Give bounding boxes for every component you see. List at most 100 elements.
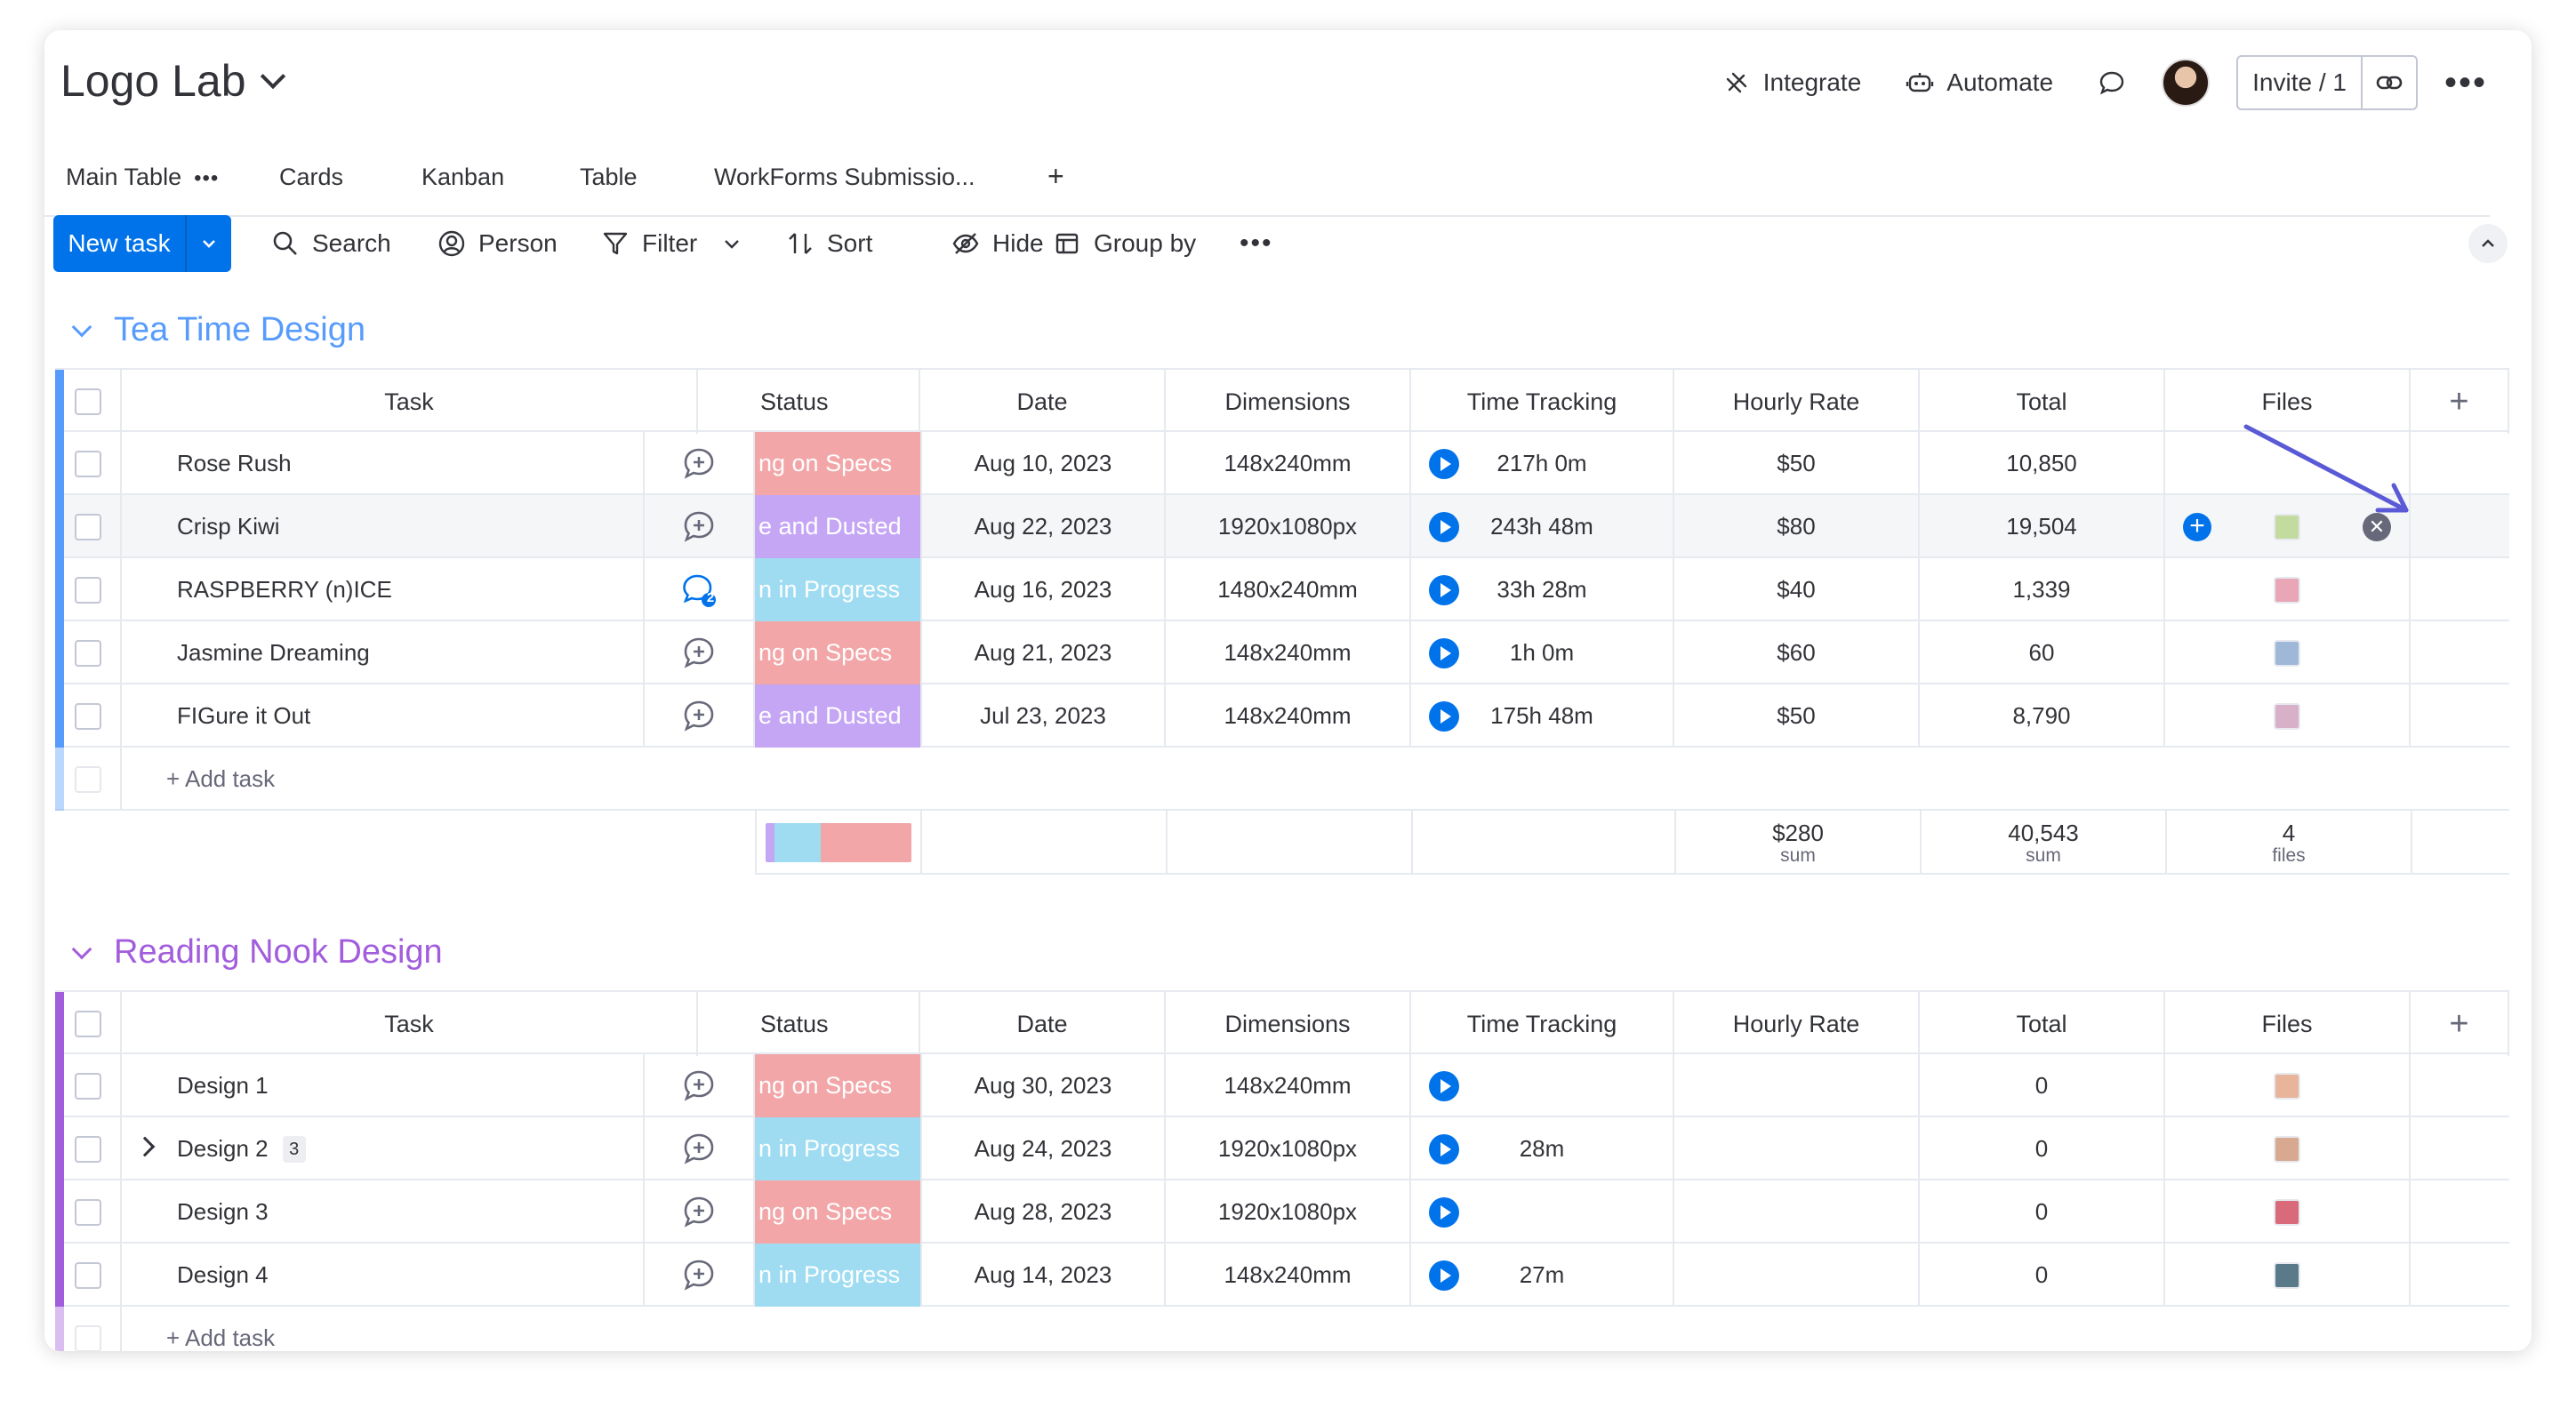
- task-name[interactable]: Crisp Kiwi: [177, 513, 280, 540]
- play-timer-icon[interactable]: [1429, 574, 1459, 605]
- copy-link-button[interactable]: [2363, 57, 2416, 108]
- row-checkbox[interactable]: [74, 576, 101, 604]
- hourly-rate-value[interactable]: $40: [1777, 576, 1815, 604]
- row-checkbox[interactable]: [74, 450, 101, 477]
- task-name[interactable]: RASPBERRY (n)ICE: [177, 576, 392, 604]
- task-name-cell[interactable]: Design 1: [122, 1054, 698, 1117]
- play-timer-icon[interactable]: [1429, 511, 1459, 542]
- file-thumbnail[interactable]: [2274, 1261, 2300, 1289]
- task-name[interactable]: Rose Rush: [177, 450, 292, 477]
- table-row[interactable]: Rose Rush ng on Specs Aug 10, 2023 148x240m…: [55, 432, 2509, 495]
- header-time[interactable]: Time Tracking: [1411, 370, 1674, 434]
- row-checkbox-cell[interactable]: [55, 558, 122, 621]
- tab-kanban[interactable]: Kanban: [421, 164, 504, 191]
- board-title[interactable]: Logo Lab: [60, 55, 285, 107]
- dimensions-cell[interactable]: 148x240mm: [1166, 1054, 1411, 1117]
- subitems-count-badge[interactable]: 3: [282, 1135, 306, 1163]
- row-checkbox-cell[interactable]: [55, 1244, 122, 1307]
- files-cell[interactable]: [2165, 1054, 2411, 1117]
- header-add[interactable]: +: [2411, 370, 2509, 434]
- header-status[interactable]: Status: [755, 992, 920, 1056]
- date-cell[interactable]: Aug 10, 2023: [920, 432, 1166, 495]
- add-update-icon[interactable]: [681, 1068, 717, 1104]
- header-add[interactable]: +: [2411, 992, 2509, 1056]
- hourly-rate-cell[interactable]: [1674, 1117, 1920, 1180]
- dimensions-value[interactable]: 148x240mm: [1224, 702, 1351, 730]
- tab-cards[interactable]: Cards: [279, 164, 343, 191]
- dimensions-value[interactable]: 148x240mm: [1224, 1261, 1351, 1289]
- task-name-cell[interactable]: FIGure it Out: [122, 684, 698, 748]
- updates-cell[interactable]: [643, 432, 755, 495]
- time-tracking-cell[interactable]: 28m: [1411, 1117, 1674, 1180]
- header-date[interactable]: Date: [920, 370, 1166, 434]
- table-row[interactable]: RASPBERRY (n)ICE 2 n in Progress Aug 16, 20…: [55, 558, 2509, 621]
- status-label[interactable]: ng on Specs: [758, 450, 892, 477]
- header-task[interactable]: Task: [122, 370, 698, 434]
- tab-main-table[interactable]: Main Table •••: [56, 164, 229, 221]
- file-thumbnail[interactable]: [2274, 1198, 2300, 1226]
- row-checkbox[interactable]: [74, 1261, 101, 1289]
- time-tracking-cell[interactable]: 175h 48m: [1411, 684, 1674, 748]
- sort-button[interactable]: Sort: [786, 215, 872, 272]
- select-all-checkbox[interactable]: [74, 388, 101, 415]
- files-cell[interactable]: [2165, 558, 2411, 621]
- add-update-icon[interactable]: [681, 1258, 717, 1293]
- dimensions-cell[interactable]: 1920x1080px: [1166, 1117, 1411, 1180]
- add-update-icon[interactable]: [681, 1132, 717, 1167]
- rate-summary-cell[interactable]: $280 sum: [1676, 811, 1922, 875]
- header-rate[interactable]: Hourly Rate: [1674, 370, 1920, 434]
- time-tracking-cell[interactable]: 33h 28m: [1411, 558, 1674, 621]
- header-dimensions[interactable]: Dimensions: [1166, 992, 1411, 1056]
- hourly-rate-value[interactable]: $50: [1777, 702, 1815, 730]
- hourly-rate-value[interactable]: $50: [1777, 450, 1815, 477]
- row-checkbox[interactable]: [74, 1198, 101, 1226]
- file-thumbnail[interactable]: [2274, 639, 2300, 667]
- updates-cell[interactable]: [643, 1180, 755, 1244]
- files-cell[interactable]: [2165, 1117, 2411, 1180]
- files-cell[interactable]: [2165, 621, 2411, 684]
- hourly-rate-cell[interactable]: $50: [1674, 684, 1920, 748]
- row-checkbox-cell[interactable]: [55, 1180, 122, 1244]
- person-filter-button[interactable]: Person: [437, 215, 558, 272]
- add-update-icon[interactable]: [681, 636, 717, 671]
- task-name-cell[interactable]: Design 3: [122, 1180, 698, 1244]
- file-thumbnail[interactable]: [2274, 1072, 2300, 1100]
- date-cell[interactable]: Aug 24, 2023: [920, 1117, 1166, 1180]
- date-value[interactable]: Aug 10, 2023: [975, 450, 1112, 477]
- play-timer-icon[interactable]: [1429, 1133, 1459, 1164]
- row-checkbox[interactable]: [74, 513, 101, 540]
- collapse-group-icon[interactable]: [71, 939, 92, 959]
- add-update-icon[interactable]: [681, 1195, 717, 1230]
- expand-subitems-icon[interactable]: [134, 1136, 156, 1157]
- date-cell[interactable]: Aug 28, 2023: [920, 1180, 1166, 1244]
- row-checkbox-cell[interactable]: [55, 432, 122, 495]
- status-label[interactable]: ng on Specs: [758, 1198, 892, 1226]
- dimensions-value[interactable]: 148x240mm: [1224, 450, 1351, 477]
- status-label[interactable]: e and Dusted: [758, 702, 902, 730]
- status-cell[interactable]: e and Dusted: [755, 495, 920, 558]
- row-checkbox-cell[interactable]: [55, 495, 122, 558]
- row-checkbox[interactable]: [74, 702, 101, 730]
- collapse-group-icon[interactable]: [71, 316, 92, 337]
- more-options-icon[interactable]: •••: [2444, 65, 2487, 100]
- select-all-checkbox[interactable]: [74, 1011, 101, 1037]
- status-cell[interactable]: ng on Specs: [755, 621, 920, 684]
- task-name[interactable]: Design 3: [177, 1198, 269, 1226]
- date-value[interactable]: Aug 30, 2023: [975, 1072, 1112, 1100]
- date-value[interactable]: Aug 21, 2023: [975, 639, 1112, 667]
- table-row[interactable]: Design 1 ng on Specs Aug 30, 2023 148x240mm…: [55, 1054, 2509, 1117]
- status-cell[interactable]: e and Dusted: [755, 684, 920, 748]
- invite-label[interactable]: Invite / 1: [2238, 57, 2363, 108]
- add-task-input[interactable]: + Add task: [122, 748, 2509, 811]
- header-time[interactable]: Time Tracking: [1411, 992, 1674, 1056]
- integrate-button[interactable]: Integrate: [1722, 68, 1861, 97]
- table-row[interactable]: Design 2 3 n in Progress Aug 24, 2023 1920x1…: [55, 1117, 2509, 1180]
- task-name[interactable]: Design 1: [177, 1072, 269, 1100]
- hourly-rate-cell[interactable]: $60: [1674, 621, 1920, 684]
- row-checkbox-cell[interactable]: [55, 684, 122, 748]
- add-update-icon[interactable]: [681, 509, 717, 545]
- date-value[interactable]: Aug 14, 2023: [975, 1261, 1112, 1289]
- status-cell[interactable]: n in Progress: [755, 1244, 920, 1307]
- date-value[interactable]: Aug 16, 2023: [975, 576, 1112, 604]
- row-checkbox[interactable]: [74, 1135, 101, 1163]
